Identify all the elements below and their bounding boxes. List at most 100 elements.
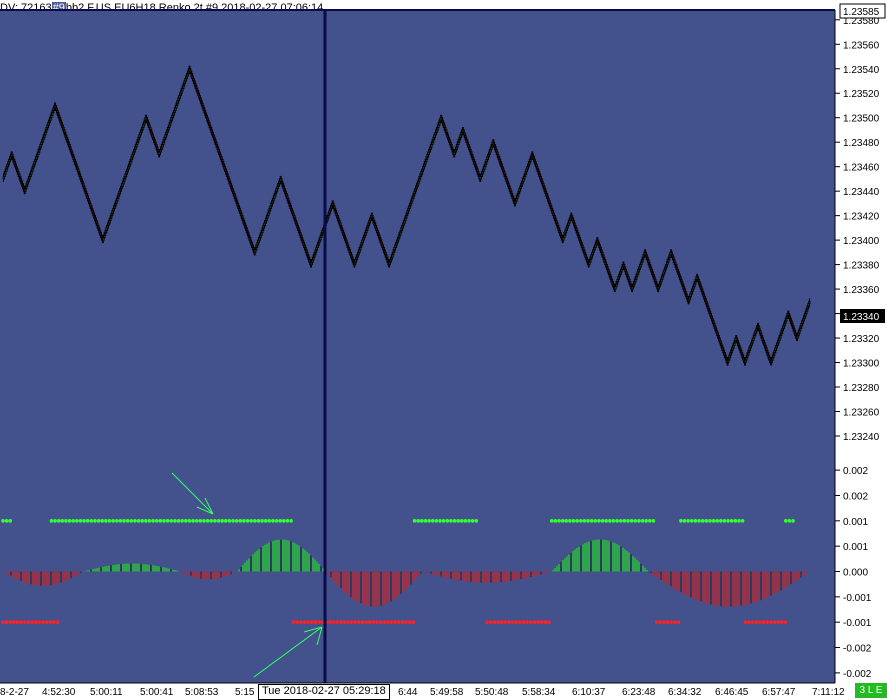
last-price-label: 1.23340 bbox=[843, 312, 880, 323]
red-signal-dot bbox=[750, 620, 755, 624]
green-signal-dot bbox=[140, 519, 145, 523]
red-signal-dot bbox=[41, 620, 45, 624]
green-signal-dot bbox=[82, 519, 86, 523]
osc-tick-label: 0.001 bbox=[843, 542, 868, 553]
green-signal-dot bbox=[151, 519, 155, 523]
price-axis: 1.235801.235601.235401.235201.235001.234… bbox=[834, 10, 880, 683]
green-signal-dot bbox=[719, 519, 723, 523]
red-signal-dot bbox=[306, 620, 310, 624]
green-signal-dot bbox=[697, 519, 701, 523]
red-signal-dot bbox=[30, 620, 34, 624]
green-signal-dot bbox=[586, 519, 590, 523]
red-signal-dot bbox=[353, 620, 358, 624]
green-signal-dot bbox=[416, 519, 421, 523]
green-signal-dot bbox=[154, 519, 159, 523]
green-signal-dot bbox=[571, 519, 576, 523]
green-signal-dot bbox=[202, 519, 206, 523]
red-signal-dot bbox=[389, 620, 394, 624]
green-signal-dot bbox=[704, 519, 709, 523]
red-signal-dot bbox=[15, 620, 20, 624]
red-signal-dot bbox=[532, 620, 537, 624]
green-signal-dot bbox=[64, 519, 68, 523]
red-signal-dot bbox=[1, 620, 5, 624]
green-signal-dot bbox=[733, 519, 738, 523]
red-signal-dot bbox=[397, 620, 401, 624]
green-signal-dot bbox=[420, 519, 424, 523]
green-signal-dot bbox=[615, 519, 619, 523]
green-signal-dot bbox=[640, 519, 645, 523]
green-signal-dot bbox=[209, 519, 214, 523]
green-signal-dot bbox=[686, 519, 690, 523]
green-signal-dot bbox=[4, 519, 9, 523]
red-signal-dot bbox=[654, 620, 659, 624]
green-signal-dot bbox=[629, 519, 634, 523]
red-signal-dot bbox=[783, 620, 788, 624]
time-tick-label: 5:49:58 bbox=[430, 687, 464, 698]
green-signal-dot bbox=[158, 519, 163, 523]
red-signal-dot bbox=[48, 620, 53, 624]
green-signal-dot bbox=[165, 519, 170, 523]
green-signal-dot bbox=[589, 519, 594, 523]
red-signal-dot bbox=[528, 620, 533, 624]
red-signal-dot bbox=[4, 620, 9, 624]
green-signal-dot bbox=[600, 519, 605, 523]
green-signal-dot bbox=[427, 519, 431, 523]
red-signal-dot bbox=[543, 620, 548, 624]
green-signal-dot bbox=[223, 519, 228, 523]
green-signal-dot bbox=[637, 519, 641, 523]
red-signal-dot bbox=[665, 620, 670, 624]
green-signal-dot bbox=[445, 519, 450, 523]
green-signal-dot bbox=[474, 519, 479, 523]
red-signal-dot bbox=[772, 620, 777, 624]
green-signal-dot bbox=[715, 519, 719, 523]
price-tick-label: 1.23280 bbox=[843, 383, 880, 394]
green-signal-dot bbox=[227, 519, 232, 523]
green-signal-dot bbox=[644, 519, 648, 523]
red-signal-dot bbox=[769, 620, 773, 624]
price-tick-label: 1.23380 bbox=[843, 261, 880, 272]
green-signal-dot bbox=[129, 519, 134, 523]
green-signal-dot bbox=[242, 519, 246, 523]
green-signal-dot bbox=[173, 519, 177, 523]
red-signal-dot bbox=[313, 620, 318, 624]
osc-tick-label: -0.001 bbox=[843, 618, 872, 629]
green-signal-dot bbox=[575, 519, 579, 523]
price-tick-label: 1.23300 bbox=[843, 359, 880, 370]
price-tick-label: 1.23400 bbox=[843, 236, 880, 247]
green-signal-dot bbox=[144, 519, 148, 523]
red-signal-dot bbox=[492, 620, 497, 624]
price-tick-label: 1.23460 bbox=[843, 163, 880, 174]
time-tick-label: 8-2-27 bbox=[0, 687, 29, 698]
green-signal-dot bbox=[633, 519, 638, 523]
green-signal-dot bbox=[176, 519, 181, 523]
green-signal-dot bbox=[582, 519, 587, 523]
green-signal-dot bbox=[651, 519, 656, 523]
oscillator-axis: 0.002 0.002 0.001 0.001 0.000 -0.001 -0.001 -0.… bbox=[835, 466, 872, 680]
red-signal-dot bbox=[489, 620, 493, 624]
red-signal-dot bbox=[521, 620, 526, 624]
time-tick-label: 6:23:48 bbox=[622, 687, 656, 698]
green-signal-dot bbox=[104, 519, 108, 523]
red-signal-dot bbox=[298, 620, 303, 624]
green-signal-dot bbox=[282, 519, 286, 523]
green-signal-dot bbox=[682, 519, 687, 523]
green-signal-dot bbox=[187, 519, 192, 523]
red-signal-dot bbox=[499, 620, 504, 624]
red-signal-dot bbox=[525, 620, 529, 624]
green-signal-dot bbox=[231, 519, 235, 523]
chart-canvas[interactable]: 1.235801.235601.235401.235201.235001.234… bbox=[0, 0, 887, 698]
green-signal-dot bbox=[234, 519, 239, 523]
green-signal-dot bbox=[278, 519, 283, 523]
green-signal-dot bbox=[136, 519, 141, 523]
red-signal-dot bbox=[485, 620, 490, 624]
green-signal-dot bbox=[238, 519, 243, 523]
green-signal-dot bbox=[412, 519, 417, 523]
green-signal-dot bbox=[467, 519, 471, 523]
green-signal-dot bbox=[96, 519, 101, 523]
price-tick-label: 1.23320 bbox=[843, 334, 880, 345]
red-signal-dot bbox=[331, 620, 336, 624]
green-signal-dot bbox=[53, 519, 57, 523]
red-signal-dot bbox=[407, 620, 412, 624]
red-signal-dot bbox=[335, 620, 339, 624]
green-signal-dot bbox=[579, 519, 583, 523]
